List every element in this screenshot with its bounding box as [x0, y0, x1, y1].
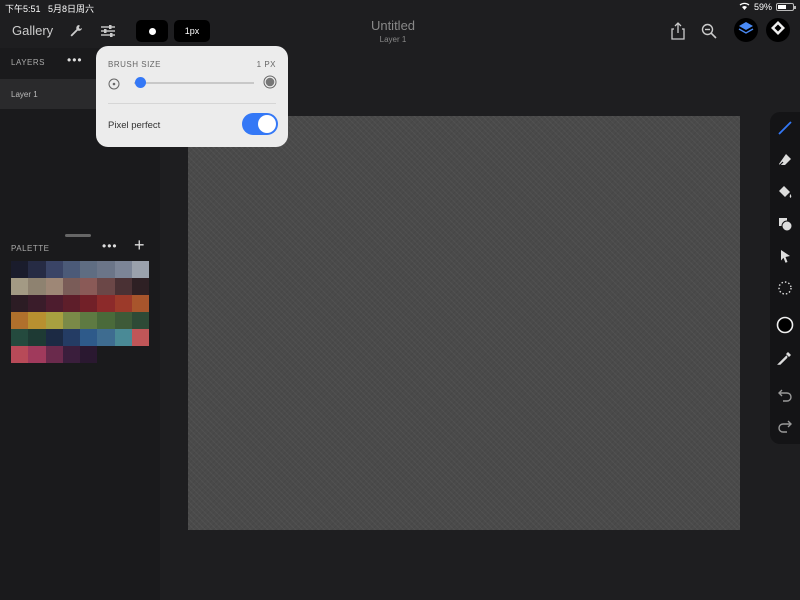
wifi-icon — [739, 2, 750, 12]
palette-swatch[interactable] — [45, 329, 63, 346]
palette-swatch[interactable] — [132, 295, 150, 312]
large-brush-icon — [263, 75, 277, 94]
palette-swatch[interactable] — [45, 312, 63, 329]
share-icon[interactable] — [668, 21, 688, 41]
palette-swatch[interactable] — [28, 295, 46, 312]
brush-size-label: BRUSH SIZE — [108, 60, 162, 69]
eraser-icon[interactable] — [775, 150, 795, 170]
pixel-perfect-toggle[interactable] — [242, 113, 278, 135]
add-color-icon[interactable]: + — [134, 235, 145, 256]
palette-swatch[interactable] — [62, 329, 81, 346]
palette-swatch[interactable] — [28, 278, 46, 295]
palette-swatch[interactable] — [132, 278, 150, 295]
status-right: 59% — [739, 2, 796, 12]
palette-swatch[interactable] — [28, 329, 46, 346]
slider-thumb[interactable] — [134, 77, 146, 88]
palette-swatch[interactable] — [114, 329, 133, 346]
layers-more-icon[interactable]: ••• — [67, 53, 83, 67]
palette-swatch[interactable] — [97, 312, 115, 329]
palette-swatch[interactable] — [80, 329, 98, 346]
layers-icon — [738, 20, 754, 41]
palette-swatch[interactable] — [11, 261, 29, 278]
layers-button[interactable] — [734, 18, 758, 42]
undo-icon[interactable] — [775, 385, 795, 405]
palette-swatch[interactable] — [11, 329, 29, 346]
top-toolbar: Gallery 1px Untitled Layer 1 — [0, 14, 800, 48]
palette-swatch[interactable] — [11, 295, 29, 312]
tool-bar — [770, 112, 800, 444]
palette-swatch[interactable] — [97, 295, 115, 312]
brush-size-popover: BRUSH SIZE 1 PX Pixel perfect — [96, 46, 288, 147]
drawing-canvas[interactable] — [188, 116, 740, 530]
battery-percent: 59% — [753, 2, 772, 12]
palette-swatch[interactable] — [97, 278, 115, 295]
toggle-knob — [258, 115, 276, 133]
palette-swatch[interactable] — [114, 312, 133, 329]
color-icon[interactable] — [775, 315, 795, 335]
battery-icon — [776, 3, 796, 11]
palette-title: PALETTE — [11, 244, 50, 253]
pixel-perfect-label: Pixel perfect — [108, 120, 161, 131]
palette-swatch[interactable] — [45, 346, 63, 363]
palette-more-icon[interactable]: ••• — [102, 239, 118, 253]
palette-swatch[interactable] — [80, 312, 98, 329]
palette-header: PALETTE ••• + — [0, 234, 160, 262]
palette-swatch[interactable] — [62, 312, 81, 329]
fill-bucket-icon[interactable] — [775, 182, 795, 202]
brush-size-value: 1 PX — [256, 60, 276, 69]
palette-swatch[interactable] — [114, 261, 133, 278]
zoom-out-icon[interactable] — [699, 21, 719, 41]
palette-swatch[interactable] — [11, 278, 29, 295]
palette-swatch[interactable] — [45, 278, 63, 295]
palette-swatch[interactable] — [80, 295, 98, 312]
palette-swatch[interactable] — [28, 312, 46, 329]
palette-grid — [11, 261, 150, 363]
palette-swatch[interactable] — [97, 261, 115, 278]
palette-swatch[interactable] — [97, 329, 115, 346]
palette-swatch[interactable] — [114, 278, 133, 295]
redo-icon[interactable] — [775, 416, 795, 436]
palette-swatch[interactable] — [80, 346, 98, 363]
move-icon[interactable] — [775, 246, 795, 266]
palette-swatch[interactable] — [114, 295, 133, 312]
pencil-icon[interactable] — [775, 118, 795, 138]
palette-swatch[interactable] — [45, 261, 63, 278]
palette-swatch[interactable] — [62, 346, 81, 363]
palette-swatch[interactable] — [62, 261, 81, 278]
popover-divider — [108, 103, 276, 104]
palette-swatch[interactable] — [62, 295, 81, 312]
palette-swatch[interactable] — [45, 295, 63, 312]
palette-swatch[interactable] — [28, 261, 46, 278]
palette-swatch[interactable] — [80, 261, 98, 278]
palette-swatch[interactable] — [28, 346, 46, 363]
palette-swatch[interactable] — [80, 278, 98, 295]
palette-swatch[interactable] — [132, 261, 150, 278]
eyedropper-icon[interactable] — [775, 348, 795, 368]
palette-swatch[interactable] — [11, 312, 29, 329]
palette-swatch[interactable] — [62, 278, 81, 295]
palette-swatch[interactable] — [132, 312, 150, 329]
eraser-mode-button[interactable] — [766, 18, 790, 42]
eraser-mode-icon — [770, 20, 786, 41]
palette-swatch[interactable] — [11, 346, 29, 363]
layers-title: LAYERS — [11, 58, 45, 67]
shape-icon[interactable] — [775, 214, 795, 234]
small-brush-icon — [108, 77, 120, 95]
lasso-icon[interactable] — [775, 278, 795, 298]
brush-size-slider[interactable] — [134, 77, 254, 88]
status-bar: 下午5:51 5月8日周六 59% — [0, 0, 800, 14]
palette-swatch[interactable] — [132, 329, 150, 346]
layer-name: Layer 1 — [11, 90, 38, 99]
